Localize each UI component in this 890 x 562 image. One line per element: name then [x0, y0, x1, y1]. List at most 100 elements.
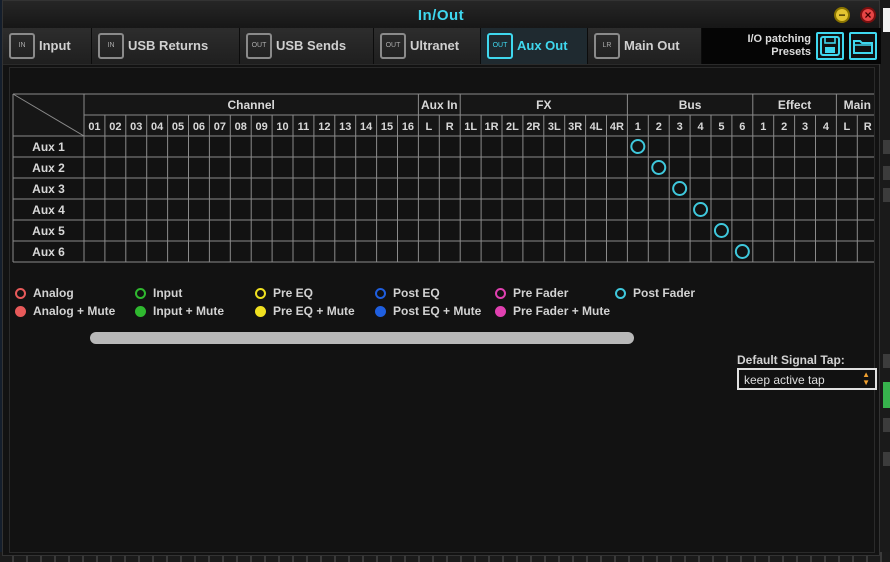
- patch-cell[interactable]: [106, 158, 125, 177]
- patch-cell[interactable]: [148, 221, 167, 240]
- patch-cell[interactable]: [524, 158, 543, 177]
- patch-cell[interactable]: [273, 242, 292, 261]
- patch-cell[interactable]: [608, 179, 627, 198]
- patch-cell[interactable]: [608, 221, 627, 240]
- patch-cell[interactable]: [399, 179, 418, 198]
- patch-cell[interactable]: [190, 158, 209, 177]
- patch-cell[interactable]: [733, 221, 752, 240]
- patch-cell[interactable]: [524, 221, 543, 240]
- patch-cell[interactable]: [315, 158, 334, 177]
- patch-cell[interactable]: [419, 158, 438, 177]
- patch-cell[interactable]: [127, 158, 146, 177]
- patch-cell[interactable]: [148, 200, 167, 219]
- patch-cell[interactable]: [336, 242, 355, 261]
- patch-cell[interactable]: [482, 242, 501, 261]
- patch-cell[interactable]: [817, 242, 836, 261]
- patch-cell[interactable]: [190, 137, 209, 156]
- patch-cell[interactable]: [754, 200, 773, 219]
- patch-cell[interactable]: [273, 137, 292, 156]
- patch-cell[interactable]: [482, 158, 501, 177]
- patch-cell[interactable]: [712, 158, 731, 177]
- patch-cell[interactable]: [461, 179, 480, 198]
- patch-cell[interactable]: [190, 242, 209, 261]
- patch-cell[interactable]: [775, 242, 794, 261]
- patch-cell[interactable]: [148, 137, 167, 156]
- patch-cell[interactable]: [231, 221, 250, 240]
- close-button[interactable]: ×: [860, 7, 876, 23]
- patch-cell[interactable]: [190, 179, 209, 198]
- patch-cell[interactable]: [440, 221, 459, 240]
- patch-cell[interactable]: [461, 200, 480, 219]
- patch-cell[interactable]: [712, 242, 731, 261]
- patch-cell[interactable]: [106, 179, 125, 198]
- patch-cell[interactable]: [315, 137, 334, 156]
- patch-cell[interactable]: [315, 242, 334, 261]
- patch-cell[interactable]: [608, 242, 627, 261]
- patch-cell[interactable]: [482, 137, 501, 156]
- patch-cell[interactable]: [817, 200, 836, 219]
- patch-cell[interactable]: [127, 200, 146, 219]
- patch-cell[interactable]: [649, 179, 668, 198]
- patch-cell[interactable]: [169, 179, 188, 198]
- patch-cell[interactable]: [378, 221, 397, 240]
- patch-cell[interactable]: [419, 137, 438, 156]
- patch-cell[interactable]: [378, 242, 397, 261]
- patch-cell[interactable]: [754, 137, 773, 156]
- patch-cell[interactable]: [210, 137, 229, 156]
- patch-cell[interactable]: [587, 200, 606, 219]
- patch-cell[interactable]: [190, 200, 209, 219]
- patch-cell[interactable]: [712, 200, 731, 219]
- patch-cell[interactable]: [837, 221, 856, 240]
- patch-cell[interactable]: [273, 179, 292, 198]
- patch-cell[interactable]: [440, 242, 459, 261]
- patch-cell[interactable]: [837, 179, 856, 198]
- patch-cell[interactable]: [503, 242, 522, 261]
- patch-cell[interactable]: [775, 137, 794, 156]
- patch-cell[interactable]: [649, 200, 668, 219]
- patch-cell[interactable]: [503, 179, 522, 198]
- tab-input[interactable]: IN Input: [3, 28, 92, 64]
- patch-cell[interactable]: [545, 179, 564, 198]
- patch-cell[interactable]: [252, 200, 271, 219]
- patch-cell[interactable]: [775, 221, 794, 240]
- patch-cell[interactable]: [252, 158, 271, 177]
- patch-cell[interactable]: [775, 179, 794, 198]
- patch-cell[interactable]: [670, 200, 689, 219]
- patch-cell[interactable]: [127, 137, 146, 156]
- patch-cell[interactable]: [691, 158, 710, 177]
- patch-cell[interactable]: [440, 179, 459, 198]
- patch-cell[interactable]: [106, 242, 125, 261]
- patch-cell[interactable]: [357, 200, 376, 219]
- patch-cell[interactable]: [85, 221, 104, 240]
- patch-cell[interactable]: [169, 158, 188, 177]
- patch-cell[interactable]: [85, 242, 104, 261]
- patch-cell[interactable]: [378, 179, 397, 198]
- patch-cell[interactable]: [545, 242, 564, 261]
- patch-cell[interactable]: [231, 137, 250, 156]
- patch-cell[interactable]: [587, 179, 606, 198]
- patch-cell[interactable]: [399, 200, 418, 219]
- patch-cell[interactable]: [357, 137, 376, 156]
- patch-cell[interactable]: [315, 200, 334, 219]
- patch-cell[interactable]: [545, 158, 564, 177]
- patch-cell[interactable]: [357, 179, 376, 198]
- patch-cell[interactable]: [608, 200, 627, 219]
- patch-cell[interactable]: [482, 200, 501, 219]
- patch-cell[interactable]: [85, 158, 104, 177]
- patch-cell[interactable]: [733, 158, 752, 177]
- patch-cell[interactable]: [357, 158, 376, 177]
- patch-cell[interactable]: [231, 179, 250, 198]
- patch-cell[interactable]: [106, 200, 125, 219]
- patch-cell[interactable]: [399, 221, 418, 240]
- patch-cell[interactable]: [566, 242, 585, 261]
- patch-cell[interactable]: [399, 137, 418, 156]
- patch-cell[interactable]: [817, 137, 836, 156]
- patch-cell[interactable]: [315, 179, 334, 198]
- patch-cell[interactable]: [106, 137, 125, 156]
- patch-cell[interactable]: [566, 158, 585, 177]
- patch-cell[interactable]: [754, 179, 773, 198]
- patch-cell[interactable]: [127, 221, 146, 240]
- patch-cell[interactable]: [775, 158, 794, 177]
- patch-cell[interactable]: [837, 200, 856, 219]
- title-bar[interactable]: In/Out − ×: [3, 1, 879, 29]
